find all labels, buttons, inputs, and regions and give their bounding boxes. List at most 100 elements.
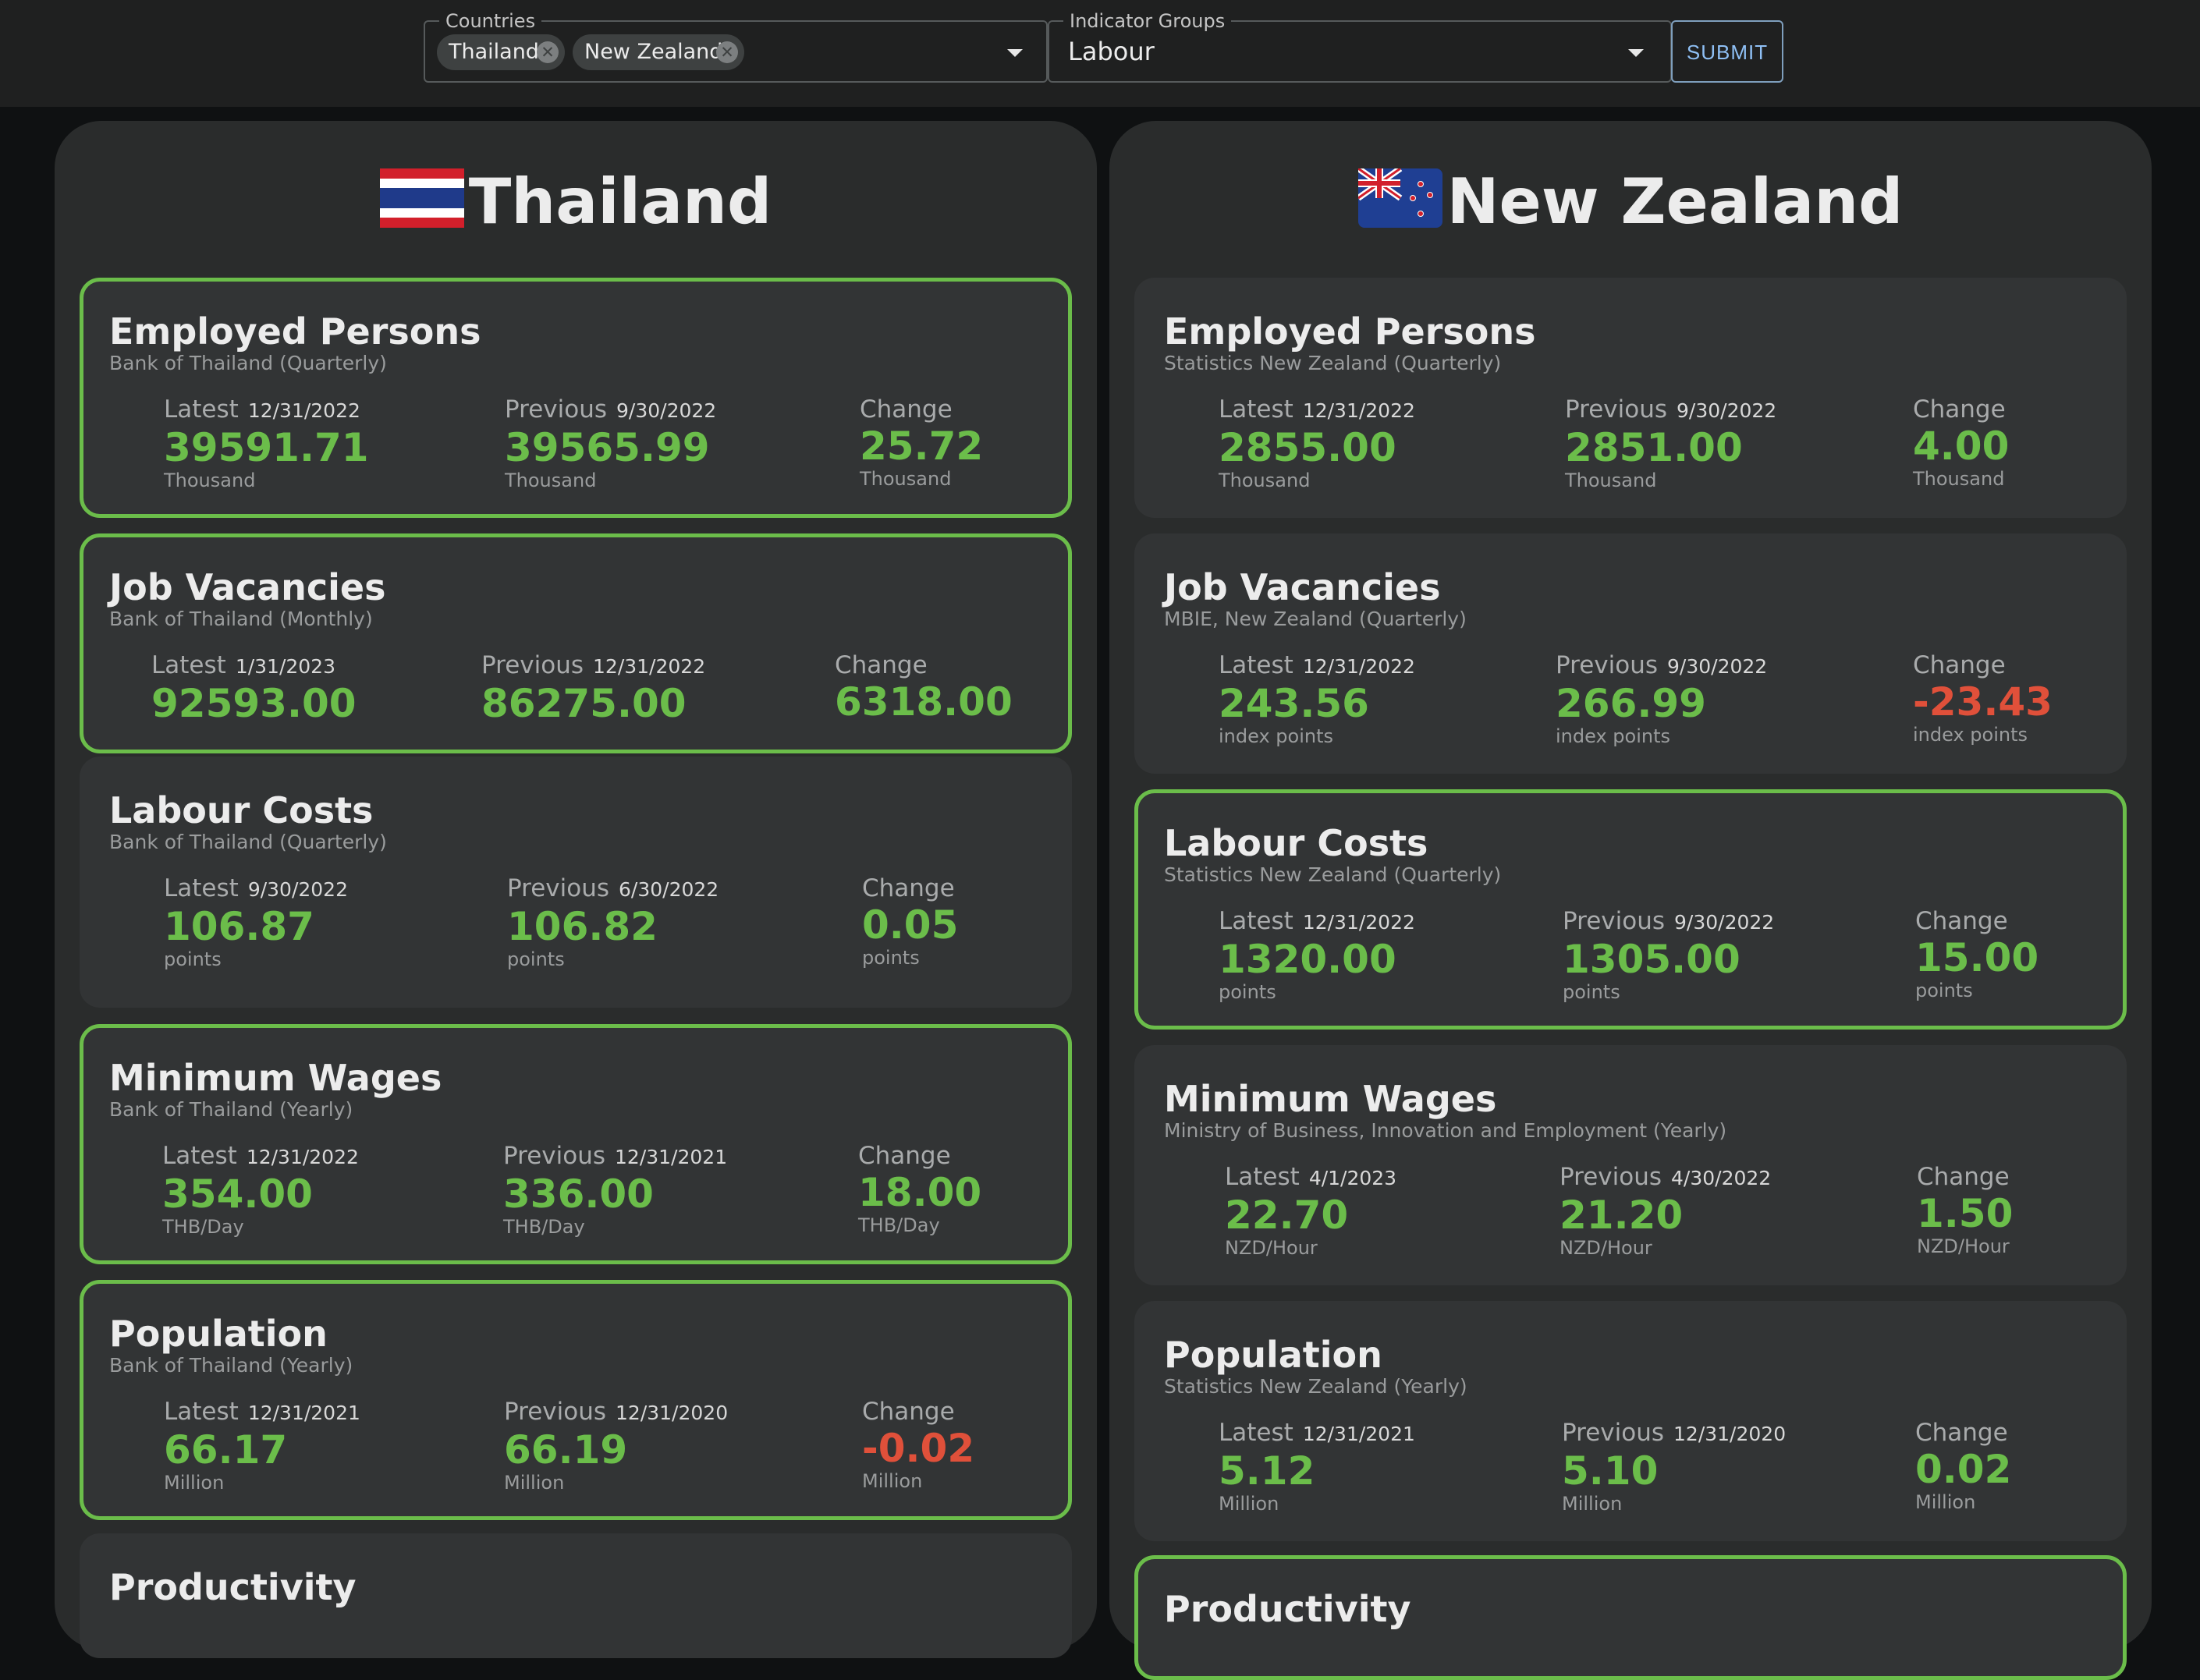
change-value: 0.05 xyxy=(862,902,959,948)
latest-label: Latest xyxy=(1225,1163,1300,1191)
latest-unit: Thousand xyxy=(164,470,256,491)
previous-unit: Million xyxy=(504,1472,565,1494)
chevron-down-icon[interactable] xyxy=(1628,49,1644,57)
submit-button[interactable]: SUBMIT xyxy=(1671,20,1783,83)
previous-stat: Previous 9/30/2022 2851.00 Thousand xyxy=(1565,395,1776,492)
indicator-title: Employed Persons xyxy=(1164,310,1536,353)
latest-unit: Thousand xyxy=(1219,470,1311,491)
previous-value: 1305.00 xyxy=(1563,937,1740,982)
chevron-down-icon[interactable] xyxy=(1007,49,1023,57)
indicator-card[interactable]: Job Vacancies MBIE, New Zealand (Quarterl… xyxy=(1134,533,2127,774)
chip-remove-icon[interactable]: ✕ xyxy=(537,41,559,63)
indicator-source: MBIE, New Zealand (Quarterly) xyxy=(1164,608,1467,630)
previous-date: 9/30/2022 xyxy=(1667,655,1768,678)
indicator-card[interactable]: Population Statistics New Zealand (Yearly… xyxy=(1134,1301,2127,1541)
previous-label: Previous xyxy=(1560,1163,1662,1191)
latest-head: Latest 12/31/2021 xyxy=(164,1398,360,1427)
change-stat: Change -0.02 Million xyxy=(862,1398,974,1493)
change-head: Change xyxy=(862,1398,974,1426)
chip-label: Thailand xyxy=(449,40,539,64)
previous-stat: Previous 6/30/2022 106.82 points xyxy=(507,874,719,971)
indicator-card[interactable]: Employed Persons Bank of Thailand (Quarte… xyxy=(80,278,1072,518)
indicator-card[interactable]: Productivity xyxy=(1134,1555,2127,1680)
latest-label: Latest xyxy=(164,395,239,424)
panel-title: Thailand xyxy=(55,163,1097,246)
indicator-title: Labour Costs xyxy=(1164,822,1428,864)
change-value: 15.00 xyxy=(1915,935,2039,980)
change-stat: Change -23.43 index points xyxy=(1913,651,2053,746)
indicator-title: Minimum Wages xyxy=(109,1057,442,1099)
indicator-card[interactable]: Labour Costs Statistics New Zealand (Quar… xyxy=(1134,789,2127,1030)
indicator-card[interactable]: Labour Costs Bank of Thailand (Quarterly)… xyxy=(80,757,1072,1008)
previous-stat: Previous 12/31/2020 5.10 Million xyxy=(1562,1419,1786,1515)
change-head: Change xyxy=(1915,907,2039,935)
country-chip-thailand[interactable]: Thailand ✕ xyxy=(437,34,565,70)
change-unit: Thousand xyxy=(860,468,952,490)
latest-unit: points xyxy=(1219,981,1276,1003)
indicator-groups-select[interactable]: Indicator Groups Labour xyxy=(1048,10,1672,83)
country-panel-new-zealand: New Zealand Employed Persons Statistics Ne… xyxy=(1109,121,2152,1680)
change-label: Change xyxy=(835,651,928,679)
latest-unit: THB/Day xyxy=(162,1216,244,1238)
latest-value: 66.17 xyxy=(164,1427,288,1473)
latest-date: 12/31/2022 xyxy=(246,1146,359,1168)
previous-unit: points xyxy=(507,948,565,970)
previous-value: 2851.00 xyxy=(1565,425,1743,470)
latest-head: Latest 12/31/2022 xyxy=(1219,395,1415,425)
previous-value: 266.99 xyxy=(1556,681,1706,726)
latest-head: Latest 12/31/2022 xyxy=(164,395,369,425)
latest-stat: Latest 12/31/2022 354.00 THB/Day xyxy=(162,1142,359,1239)
previous-label: Previous xyxy=(1563,907,1666,935)
country-chip-new-zealand[interactable]: New Zealand ✕ xyxy=(573,34,744,70)
previous-unit: Thousand xyxy=(1565,470,1657,491)
indicator-card[interactable]: Minimum Wages Ministry of Business, Innov… xyxy=(1134,1045,2127,1285)
previous-unit: THB/Day xyxy=(503,1216,585,1238)
latest-date: 12/31/2021 xyxy=(247,1402,360,1424)
previous-head: Previous 12/31/2021 xyxy=(503,1142,727,1171)
indicator-source: Statistics New Zealand (Quarterly) xyxy=(1164,863,1502,886)
change-stat: Change 1.50 NZD/Hour xyxy=(1917,1163,2013,1258)
indicator-card[interactable]: Population Bank of Thailand (Yearly) Lates… xyxy=(80,1280,1072,1520)
latest-label: Latest xyxy=(1219,651,1293,679)
countries-select[interactable]: Countries Thailand ✕ New Zealand ✕ xyxy=(424,10,1048,83)
previous-value: 5.10 xyxy=(1562,1448,1659,1494)
latest-stat: Latest 4/1/2023 22.70 NZD/Hour xyxy=(1225,1163,1396,1260)
indicator-card[interactable]: Minimum Wages Bank of Thailand (Yearly) La… xyxy=(80,1024,1072,1264)
indicator-card[interactable]: Productivity xyxy=(80,1533,1072,1658)
latest-unit: points xyxy=(164,948,222,970)
latest-stat: Latest 12/31/2022 39591.71 Thousand xyxy=(164,395,369,492)
previous-head: Previous 12/31/2020 xyxy=(1562,1419,1786,1448)
previous-stat: Previous 9/30/2022 39565.99 Thousand xyxy=(505,395,716,492)
change-label: Change xyxy=(1915,1419,2008,1447)
change-unit: points xyxy=(1915,980,1973,1001)
previous-unit: Million xyxy=(1562,1493,1623,1515)
indicator-source: Statistics New Zealand (Yearly) xyxy=(1164,1375,1467,1398)
previous-label: Previous xyxy=(481,651,584,679)
previous-label: Previous xyxy=(507,874,610,902)
chip-remove-icon[interactable]: ✕ xyxy=(716,41,738,63)
indicator-card[interactable]: Employed Persons Statistics New Zealand (… xyxy=(1134,278,2127,518)
previous-value: 21.20 xyxy=(1560,1193,1684,1238)
indicator-card[interactable]: Job Vacancies Bank of Thailand (Monthly) L… xyxy=(80,533,1072,753)
latest-date: 12/31/2021 xyxy=(1302,1423,1415,1445)
latest-head: Latest 12/31/2022 xyxy=(162,1142,359,1171)
change-unit: THB/Day xyxy=(858,1214,940,1236)
change-stat: Change 0.05 points xyxy=(862,874,958,969)
previous-date: 4/30/2022 xyxy=(1671,1167,1772,1189)
previous-stat: Previous 9/30/2022 266.99 index points xyxy=(1556,651,1767,748)
latest-unit: index points xyxy=(1219,725,1333,747)
change-label: Change xyxy=(1915,907,2008,935)
indicator-title: Labour Costs xyxy=(109,789,374,831)
indicator-title: Population xyxy=(109,1313,328,1355)
indicator-source: Bank of Thailand (Quarterly) xyxy=(109,831,387,853)
latest-value: 92593.00 xyxy=(151,681,357,726)
previous-date: 12/31/2020 xyxy=(1673,1423,1787,1445)
change-head: Change xyxy=(1913,651,2053,679)
latest-date: 1/31/2023 xyxy=(235,655,335,678)
indicator-source: Bank of Thailand (Yearly) xyxy=(109,1098,353,1121)
previous-label: Previous xyxy=(1565,395,1668,424)
change-value: -23.43 xyxy=(1913,679,2053,725)
change-value: 25.72 xyxy=(860,424,984,469)
change-value: -0.02 xyxy=(862,1426,975,1471)
change-head: Change xyxy=(862,874,958,902)
